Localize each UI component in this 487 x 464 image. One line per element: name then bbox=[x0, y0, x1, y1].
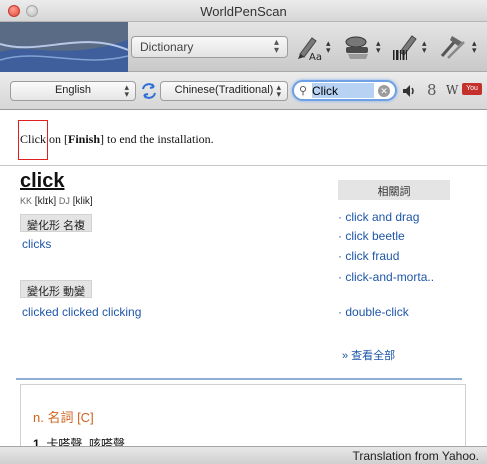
scanner-tool[interactable]: ▴ ▾ bbox=[342, 32, 381, 62]
search-icon: ⚲ bbox=[299, 85, 308, 97]
wave-graphic bbox=[0, 22, 128, 72]
target-language-label: Chinese(Traditional) bbox=[174, 84, 274, 96]
barcode-pen-icon bbox=[393, 35, 417, 60]
related-item[interactable]: · click and drag bbox=[338, 210, 419, 224]
dj-phonetic: [klik] bbox=[72, 196, 93, 207]
language-bar: English ▴▾ Chinese(Traditional) ▴▾ ⚲ ✕ 8… bbox=[0, 72, 487, 110]
target-language-select[interactable]: Chinese(Traditional) ▴ ▾ bbox=[160, 81, 288, 101]
sentence-text-end: ] to end the installation. bbox=[100, 132, 214, 146]
related-item[interactable]: · click fraud bbox=[338, 249, 399, 263]
related-item[interactable]: · double-click bbox=[338, 305, 409, 319]
barcode-pen-tool[interactable]: ▴ ▾ bbox=[390, 32, 427, 62]
select-arrows-icon: ▴ ▾ bbox=[276, 82, 281, 99]
related-words-heading: 相關詞 bbox=[338, 180, 450, 200]
speak-button[interactable] bbox=[401, 83, 417, 102]
dictionary-panel: click KK [klɪk] DJ [klik] 變化形 名複 clicks … bbox=[12, 166, 486, 454]
scanned-sentence[interactable]: Click on [Finish] to end the installatio… bbox=[20, 132, 214, 147]
dj-label: DJ bbox=[58, 196, 70, 206]
tools-tool[interactable]: ▴ ▾ bbox=[436, 32, 477, 62]
status-bar: Translation from Yahoo. bbox=[0, 446, 487, 464]
dropdown-arrows-icon: ▴ ▾ bbox=[422, 38, 427, 55]
section-divider bbox=[16, 378, 462, 380]
select-arrows-icon: ▴ ▾ bbox=[273, 37, 279, 56]
phonetics: KK [klɪk] DJ [klik] bbox=[20, 196, 93, 207]
dictionary-select[interactable]: Dictionary ▴ ▾ bbox=[131, 36, 288, 58]
see-all-link[interactable]: » 查看全部 bbox=[342, 347, 395, 363]
source-language-select[interactable]: English ▴ ▾ bbox=[10, 81, 136, 101]
inflection-noun-link[interactable]: clicks bbox=[22, 237, 51, 251]
dictionary-select-label: Dictionary bbox=[140, 40, 194, 54]
swap-languages-button[interactable] bbox=[140, 82, 158, 103]
sentence-bold: Finish bbox=[68, 132, 101, 146]
dropdown-arrows-icon: ▴ ▾ bbox=[376, 38, 381, 55]
select-arrows-icon: ▴ ▾ bbox=[124, 82, 129, 99]
related-item[interactable]: · click-and-morta.. bbox=[338, 270, 448, 284]
pen-font-tool[interactable]: Aa ▴ ▾ bbox=[294, 32, 331, 62]
speaker-icon bbox=[403, 85, 414, 97]
source-language-label: English bbox=[54, 84, 92, 96]
search-field[interactable]: ⚲ ✕ bbox=[292, 80, 397, 101]
inflection-tag-noun: 變化形 名複 bbox=[20, 214, 93, 232]
search-input[interactable] bbox=[312, 83, 374, 98]
hammer-wrench-icon bbox=[440, 36, 465, 59]
definition-box: n. 名詞 [C] 1. 卡嗒聲, 咳嗒聲 bbox=[20, 384, 466, 454]
svg-text:Aa: Aa bbox=[309, 52, 322, 62]
sentence-word-click[interactable]: Click bbox=[20, 132, 46, 146]
wikipedia-icon[interactable]: W bbox=[446, 83, 458, 97]
kk-phonetic: [klɪk] bbox=[34, 196, 57, 207]
inflection-tag-verb: 變化形 動變 bbox=[20, 280, 93, 298]
pen-font-icon: Aa bbox=[298, 37, 322, 62]
sentence-text: on [ bbox=[46, 132, 68, 146]
part-of-speech: n. 名詞 [C] bbox=[33, 410, 94, 425]
title-bar: WorldPenScan bbox=[0, 0, 487, 22]
s-service-icon[interactable]: 8 bbox=[427, 81, 437, 99]
dropdown-arrows-icon: ▴ ▾ bbox=[326, 38, 331, 55]
kk-label: KK bbox=[20, 196, 33, 206]
main-toolbar: Dictionary ▴ ▾ Aa ▴ ▾ ▴ ▾ ▴ ▾ ▴ ▾ bbox=[0, 22, 487, 72]
youtube-icon[interactable]: You bbox=[462, 83, 482, 95]
related-item[interactable]: · click beetle bbox=[338, 229, 405, 243]
dropdown-arrows-icon: ▴ ▾ bbox=[472, 38, 477, 55]
clear-search-icon[interactable]: ✕ bbox=[378, 85, 390, 97]
scanner-icon bbox=[345, 36, 368, 59]
window-title: WorldPenScan bbox=[200, 4, 287, 19]
scanned-text-area: Click on [Finish] to end the installatio… bbox=[0, 110, 487, 166]
inflection-verb-link[interactable]: clicked clicked clicking bbox=[22, 305, 141, 319]
headword: click bbox=[20, 170, 65, 192]
swap-icon bbox=[142, 83, 156, 99]
status-text: Translation from Yahoo. bbox=[352, 449, 479, 463]
